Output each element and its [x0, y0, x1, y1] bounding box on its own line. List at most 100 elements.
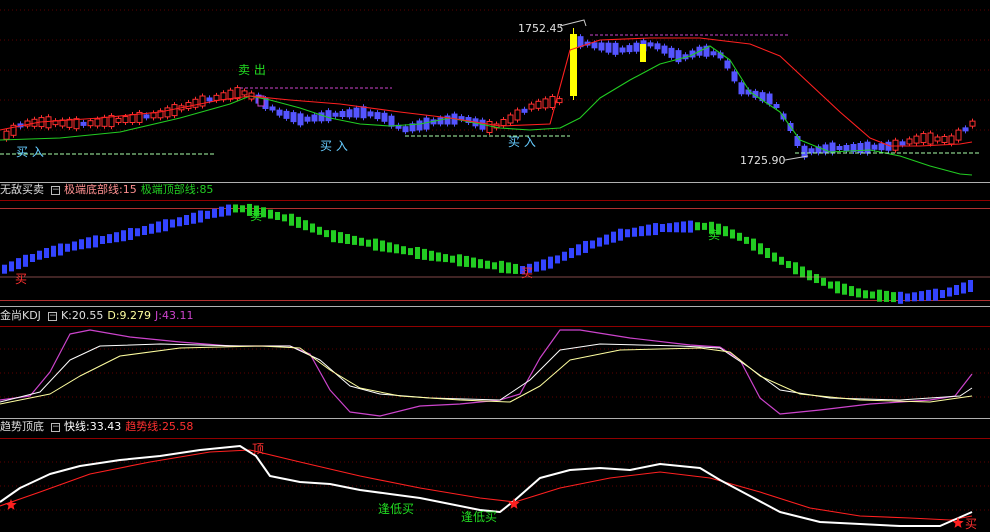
signal-bar — [779, 256, 784, 265]
candle-body — [878, 143, 885, 151]
candle-body — [360, 106, 367, 119]
signal-bar — [548, 256, 553, 269]
signal-bar — [128, 228, 133, 240]
signal-bar — [744, 236, 749, 244]
signal-bar — [737, 232, 742, 241]
candle-body — [388, 115, 395, 127]
candle-body — [206, 97, 213, 102]
collapse-icon[interactable]: − — [47, 311, 57, 321]
candle-body — [353, 107, 360, 118]
signal-bar — [625, 229, 630, 238]
candle-body — [535, 100, 542, 109]
signal-bar — [352, 235, 357, 245]
signal-bar — [226, 204, 231, 216]
signal-bar — [821, 277, 826, 286]
kdj-d-line — [0, 345, 973, 405]
candle-body — [507, 114, 514, 124]
signal-bar — [800, 266, 805, 278]
candle-body — [934, 136, 941, 142]
candle-body — [304, 116, 311, 122]
candle-body — [325, 110, 332, 122]
panel2-line2-label: 极端顶部线: — [140, 183, 200, 196]
signal-bar — [919, 291, 924, 302]
panel4-title: 趋势顶底 — [0, 420, 44, 433]
signal-bar — [275, 212, 280, 220]
candle-body — [969, 120, 976, 127]
signal-bar — [450, 255, 455, 263]
panel2-sell-mark-1: 卖 — [250, 209, 263, 223]
candle-body — [598, 42, 605, 51]
signal-bar — [2, 264, 7, 274]
signal-bar — [149, 223, 154, 234]
candle-body — [619, 47, 626, 53]
signal-bar — [667, 223, 672, 233]
signal-bar — [212, 208, 217, 218]
signal-bar — [695, 222, 700, 231]
signal-bar — [387, 242, 392, 253]
signal-bar — [702, 222, 707, 230]
candle-body — [647, 42, 654, 47]
chart-stage: 1752.45 1725.90 卖 出 买 入 买 入 买 入 无敌买卖 − 极端底… — [0, 0, 990, 532]
collapse-icon[interactable]: − — [51, 185, 60, 195]
signal-bar — [268, 209, 273, 219]
candle-body — [542, 98, 549, 109]
signal-bar — [765, 248, 770, 258]
candle-body — [346, 109, 353, 118]
signal-bar — [933, 288, 938, 301]
panel2-sell-mark-2: 卖 — [708, 228, 721, 242]
candle-body — [920, 133, 927, 144]
signal-bar — [611, 231, 616, 243]
candle-body — [3, 130, 10, 140]
candle-body — [290, 112, 297, 123]
ma-line-red — [0, 37, 973, 147]
candle-body — [654, 43, 661, 50]
panel4-header: 趋势顶底 − 快线:33.43 趋势线:25.58 — [0, 419, 197, 435]
signal-bar — [86, 237, 91, 249]
candle-body — [241, 90, 248, 96]
candle-body — [899, 141, 906, 146]
signal-bar — [884, 290, 889, 302]
signal-bar — [135, 228, 140, 237]
candle-body — [801, 145, 808, 158]
signal-bar — [807, 270, 812, 281]
signal-bar — [282, 214, 287, 222]
signal-bar — [954, 285, 959, 295]
star-icon — [952, 517, 964, 528]
signal-bar — [464, 255, 469, 267]
signal-bar — [492, 262, 497, 270]
candle-body — [276, 109, 283, 116]
signal-bar — [513, 263, 518, 274]
panel2-line1-value: 15 — [122, 183, 137, 196]
signal-bar — [198, 210, 203, 223]
signal-bar — [191, 212, 196, 224]
signal-bar — [688, 220, 693, 233]
panel4-top-mark: 顶 — [252, 442, 265, 456]
candle-body — [332, 112, 339, 117]
signal-bar — [786, 261, 791, 269]
panel4-trend-value: 25.58 — [161, 420, 194, 433]
signal-bar — [639, 226, 644, 237]
panel3-title: 金尚KDJ — [0, 309, 41, 322]
candle-body — [129, 114, 136, 123]
signal-bar — [317, 226, 322, 235]
signal-bar — [177, 217, 182, 227]
collapse-icon[interactable]: − — [51, 422, 60, 432]
candle-body — [668, 47, 675, 58]
signal-bar — [142, 226, 147, 235]
candle-body — [927, 132, 934, 145]
panel4-trend-label: 趋势线: — [125, 420, 162, 433]
signal-bar — [121, 230, 126, 242]
signal-bar — [814, 274, 819, 284]
panel3-j-label: J: — [155, 309, 162, 322]
signal-bar — [926, 289, 931, 301]
signal-bar — [331, 230, 336, 243]
sell-label: 卖 出 — [238, 63, 266, 77]
signal-bar — [597, 237, 602, 247]
signal-bar — [576, 244, 581, 256]
signal-bar — [72, 241, 77, 251]
candle-body — [633, 42, 640, 52]
candle-body — [297, 113, 304, 126]
candle-body — [45, 116, 52, 129]
candle-body — [794, 136, 801, 146]
signal-bar — [51, 245, 56, 257]
